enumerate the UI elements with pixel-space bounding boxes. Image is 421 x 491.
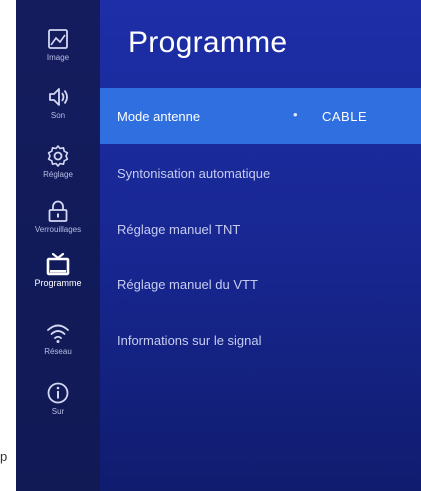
sidebar-item-reseau[interactable]: Réseau [16, 320, 100, 370]
tv-icon [45, 251, 71, 277]
gear-icon [45, 143, 71, 169]
sidebar: Image Son Réglage Verrouillages Programm [16, 0, 100, 491]
lock-icon [45, 198, 71, 224]
antenna-mode-value[interactable]: CABLE [322, 109, 367, 124]
sidebar-item-image[interactable]: Image [16, 26, 100, 76]
menu-item-syntonisation-automatique[interactable]: Syntonisation automatique [100, 145, 421, 201]
page-title: Programme [128, 26, 288, 59]
stray-glyph: p [0, 449, 8, 464]
sidebar-item-programme[interactable]: Programme [16, 251, 100, 301]
sidebar-item-reglage[interactable]: Réglage [16, 143, 100, 193]
sidebar-item-label: Verrouillages [34, 225, 82, 234]
sidebar-item-son[interactable]: Son [16, 84, 100, 134]
menu-item-mode-antenne[interactable]: Mode antenne • CABLE [100, 88, 421, 144]
sidebar-item-label: Sur [51, 407, 65, 416]
sidebar-item-label: Réseau [44, 347, 72, 356]
menu-item-label: Syntonisation automatique [117, 166, 271, 181]
menu-item-reglage-manuel-tnt[interactable]: Réglage manuel TNT [100, 201, 421, 257]
menu-item-label: Informations sur le signal [117, 333, 262, 348]
info-icon [45, 380, 71, 406]
sidebar-item-label: Image [46, 53, 70, 62]
tv-settings-screen: Image Son Réglage Verrouillages Programm [16, 0, 421, 491]
sidebar-item-label: Réglage [43, 170, 73, 179]
wifi-icon [45, 320, 71, 346]
bullet-icon: • [293, 107, 298, 122]
main-panel: Programme Mode antenne • CABLE Syntonisa… [100, 0, 421, 491]
menu-item-informations-signal[interactable]: Informations sur le signal [100, 312, 421, 368]
menu-item-label: Réglage manuel TNT [117, 222, 241, 237]
menu-item-label: Réglage manuel du VTT [117, 277, 258, 292]
sidebar-item-verrouillages[interactable]: Verrouillages [16, 198, 100, 248]
sidebar-item-label: Programme [34, 278, 82, 288]
menu-item-reglage-manuel-vtt[interactable]: Réglage manuel du VTT [100, 256, 421, 312]
menu-item-label: Mode antenne [117, 109, 201, 124]
sidebar-item-label: Son [50, 111, 66, 120]
sidebar-item-sur[interactable]: Sur [16, 380, 100, 430]
speaker-icon [45, 84, 71, 110]
picture-icon [45, 26, 71, 52]
